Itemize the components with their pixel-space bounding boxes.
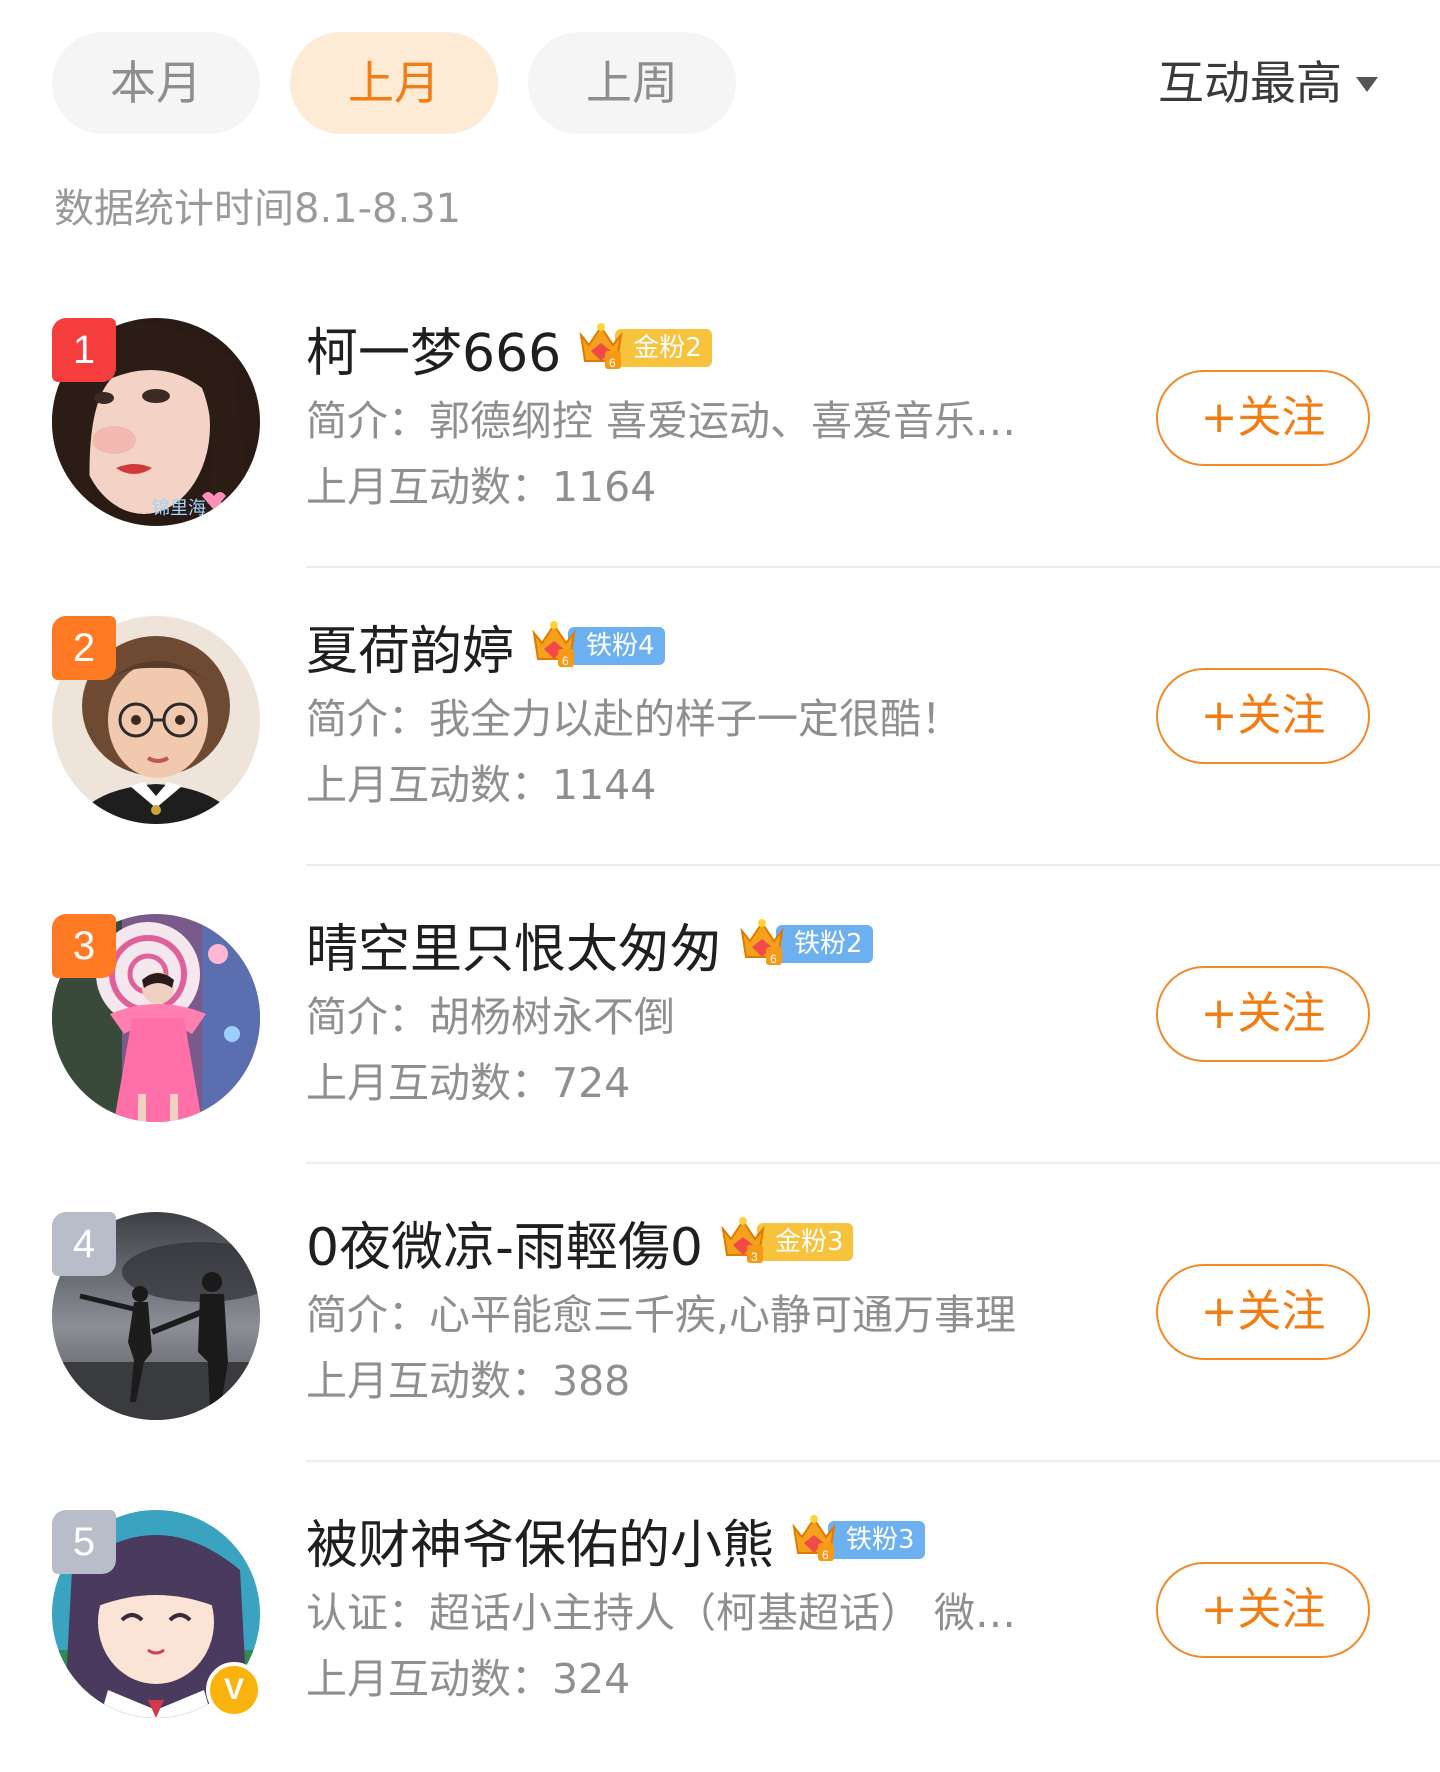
- fan-badge[interactable]: 6 金粉2: [575, 322, 712, 369]
- sort-dropdown[interactable]: 互动最高: [1158, 32, 1378, 134]
- rank-badge: 3: [52, 914, 116, 978]
- list-item[interactable]: 2 夏荷韵婷 6 铁粉4 简介：我全力以赴的样子一定很酷！ 上月互动数：1144…: [0, 568, 1440, 866]
- crown-icon: 3: [721, 1216, 764, 1263]
- svg-text:6: 6: [562, 654, 569, 667]
- crown-icon: 6: [741, 918, 784, 965]
- svg-text:6: 6: [770, 952, 777, 965]
- follow-button[interactable]: +关注: [1156, 370, 1370, 466]
- follow-button[interactable]: +关注: [1156, 1562, 1370, 1658]
- user-bio: 简介：胡杨树永不倒: [306, 993, 675, 1041]
- period-tab-bar: 本月 上月 上周 互动最高: [52, 32, 1388, 134]
- user-name[interactable]: 0夜微凉-雨輕傷0: [306, 1205, 703, 1280]
- interaction-count: 上月互动数：324: [306, 1655, 631, 1703]
- crown-icon: 6: [793, 1514, 836, 1561]
- fan-badge-label: 金粉2: [615, 329, 712, 367]
- stat-time-range: 数据统计时间8.1-8.31: [54, 186, 462, 232]
- follow-button[interactable]: +关注: [1156, 966, 1370, 1062]
- rank-badge: 1: [52, 318, 116, 382]
- fan-badge[interactable]: 6 铁粉2: [736, 918, 873, 965]
- list-item[interactable]: 3 晴空里只恨太匆匆 6 铁粉2 简介：胡杨树永不倒 上月互动数：724 +关注: [0, 866, 1440, 1164]
- list-item[interactable]: 5 V 被财神爷保佑的小熊 6 铁粉3 认证：超话小主持人（柯基超话） 微… 上…: [0, 1462, 1440, 1760]
- follow-button[interactable]: +关注: [1156, 1264, 1370, 1360]
- user-bio: 认证：超话小主持人（柯基超话） 微…: [306, 1589, 1017, 1637]
- user-name[interactable]: 柯一梦666: [306, 311, 561, 386]
- follow-button[interactable]: +关注: [1156, 668, 1370, 764]
- sort-dropdown-label: 互动最高: [1158, 56, 1342, 110]
- fan-badge-label: 铁粉3: [828, 1521, 925, 1559]
- caret-down-icon: [1356, 76, 1378, 92]
- tab-last-week[interactable]: 上周: [528, 32, 736, 134]
- user-name[interactable]: 夏荷韵婷: [306, 609, 514, 684]
- fan-badge[interactable]: 6 铁粉4: [528, 620, 665, 667]
- rank-badge: 2: [52, 616, 116, 680]
- list-item[interactable]: 4 0夜微凉-雨輕傷0 3 金粉3 简介：心平能愈三千疾,心静可通万事理 上月互…: [0, 1164, 1440, 1462]
- user-bio: 简介：我全力以赴的样子一定很酷！: [306, 695, 962, 743]
- interaction-count: 上月互动数：388: [306, 1357, 631, 1405]
- user-bio: 简介：郭德纲控 喜爱运动、喜爱音乐…: [306, 397, 1017, 445]
- user-name[interactable]: 晴空里只恨太匆匆: [306, 907, 722, 982]
- crown-icon: 6: [580, 322, 623, 369]
- fan-badge[interactable]: 3 金粉3: [717, 1216, 854, 1263]
- interaction-count: 上月互动数：1164: [306, 463, 657, 511]
- rank-badge: 5: [52, 1510, 116, 1574]
- interaction-count: 上月互动数：1144: [306, 761, 657, 809]
- crown-icon: 6: [533, 620, 576, 667]
- user-bio: 简介：心平能愈三千疾,心静可通万事理: [306, 1291, 1017, 1339]
- fan-badge-label: 铁粉4: [568, 627, 665, 665]
- svg-text:6: 6: [609, 356, 616, 369]
- rank-badge: 4: [52, 1212, 116, 1276]
- svg-text:6: 6: [822, 1548, 829, 1561]
- verified-badge-icon: V: [206, 1662, 262, 1718]
- interaction-count: 上月互动数：724: [306, 1059, 631, 1107]
- fan-badge[interactable]: 6 铁粉3: [788, 1514, 925, 1561]
- tab-this-month[interactable]: 本月: [52, 32, 260, 134]
- fan-badge-label: 金粉3: [756, 1223, 854, 1261]
- svg-text:3: 3: [751, 1250, 758, 1263]
- fan-badge-label: 铁粉2: [776, 925, 873, 963]
- user-name[interactable]: 被财神爷保佑的小熊: [306, 1503, 774, 1578]
- list-item[interactable]: 锦里海之 1 柯一梦666 6 金粉2 简介：郭德纲控 喜爱运动、喜爱音乐… 上…: [0, 270, 1440, 568]
- tab-last-month[interactable]: 上月: [290, 32, 498, 134]
